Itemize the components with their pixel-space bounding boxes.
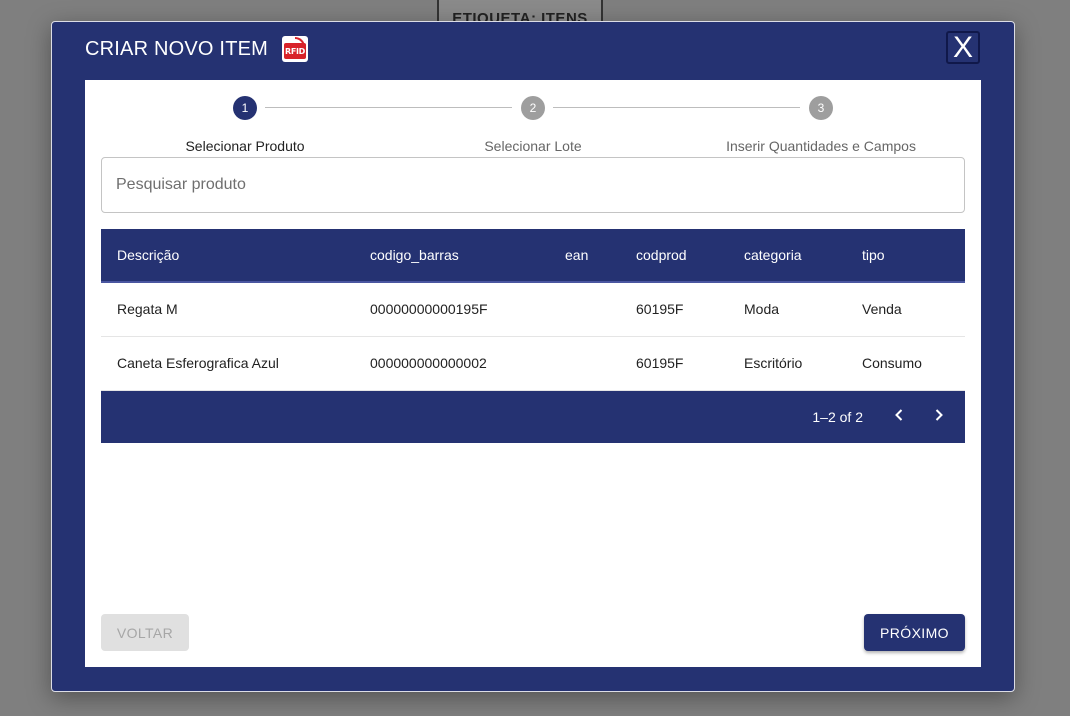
- column-header-descricao[interactable]: Descrição: [101, 229, 354, 283]
- cell-tipo: Consumo: [846, 336, 965, 391]
- create-item-dialog: CRIAR NOVO ITEM RFID X 1 2 3 Selecionar …: [51, 21, 1015, 692]
- column-header-codprod[interactable]: codprod: [620, 229, 728, 283]
- cell-tipo: Venda: [846, 282, 965, 337]
- table-row[interactable]: Regata M 00000000000195F 60195F Moda Ven…: [101, 282, 965, 337]
- cell-descricao: Caneta Esferografica Azul: [101, 336, 354, 391]
- column-header-codigo-barras[interactable]: codigo_barras: [354, 229, 549, 283]
- cell-categoria: Escritório: [728, 336, 846, 391]
- step-2-label: Selecionar Lote: [484, 138, 582, 154]
- step-3-label: Inserir Quantidades e Campos: [726, 138, 916, 154]
- cell-categoria: Moda: [728, 282, 846, 337]
- step-3-indicator: 3: [809, 96, 833, 120]
- table-row[interactable]: Caneta Esferografica Azul 00000000000000…: [101, 336, 965, 391]
- dialog-title: CRIAR NOVO ITEM: [85, 37, 269, 60]
- next-button[interactable]: PRÓXIMO: [864, 614, 965, 651]
- cell-codprod: 60195F: [620, 282, 728, 337]
- step-1-label: Selecionar Produto: [185, 138, 305, 154]
- chevron-right-icon[interactable]: [929, 405, 949, 429]
- column-header-ean[interactable]: ean: [549, 229, 620, 283]
- dialog-content: 1 2 3 Selecionar Produto Selecionar Lote…: [85, 80, 981, 667]
- search-product-input[interactable]: [101, 157, 965, 213]
- rfid-icon: RFID: [282, 36, 309, 62]
- cell-codigo-barras: 000000000000002: [354, 336, 549, 391]
- rfid-icon-text: RFID: [284, 43, 307, 59]
- column-header-categoria[interactable]: categoria: [728, 229, 846, 283]
- dialog-header: CRIAR NOVO ITEM RFID: [85, 36, 309, 62]
- pagination-range: 1–2 of 2: [812, 408, 863, 425]
- product-table: Descrição codigo_barras ean codprod cate…: [101, 229, 965, 443]
- step-1-indicator: 1: [233, 96, 257, 120]
- step-connector-1: [265, 107, 512, 108]
- cell-ean: [549, 336, 620, 391]
- chevron-left-icon[interactable]: [889, 405, 909, 429]
- cell-codprod: 60195F: [620, 336, 728, 391]
- cell-descricao: Regata M: [101, 282, 354, 337]
- cell-ean: [549, 282, 620, 337]
- table-pagination: 1–2 of 2: [101, 390, 965, 443]
- column-header-tipo[interactable]: tipo: [846, 229, 965, 283]
- back-button[interactable]: VOLTAR: [101, 614, 189, 651]
- cell-codigo-barras: 00000000000195F: [354, 282, 549, 337]
- table-header-row: Descrição codigo_barras ean codprod cate…: [101, 229, 965, 283]
- step-connector-2: [553, 107, 800, 108]
- close-button[interactable]: X: [946, 31, 980, 64]
- step-2-indicator: 2: [521, 96, 545, 120]
